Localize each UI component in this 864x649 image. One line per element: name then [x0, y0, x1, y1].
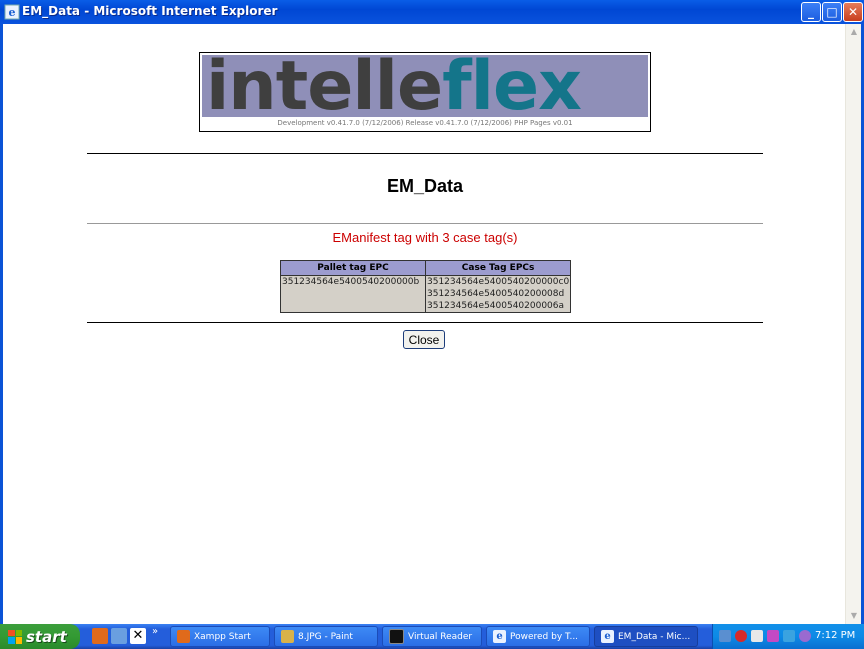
minimize-button[interactable]: _	[801, 2, 821, 22]
close-window-button[interactable]: ✕	[843, 2, 863, 22]
case-epc-value: 351234564e5400540200000c0	[427, 277, 570, 287]
manifest-summary: EManifest tag with 3 case tag(s)	[332, 230, 518, 245]
case-epc-value: 351234564e5400540200008d	[427, 289, 565, 299]
start-button[interactable]: start	[0, 624, 80, 649]
window-title: EM_Data - Microsoft Internet Explorer	[22, 4, 278, 18]
xampp-icon	[177, 630, 190, 643]
xampp-quicklaunch-icon[interactable]	[92, 628, 108, 644]
logo-band: intelleflex	[202, 55, 648, 117]
ie-page-icon: e	[601, 630, 614, 643]
ie-page-icon: e	[493, 630, 506, 643]
logo-word-intelle: intelle	[206, 55, 443, 117]
window-titlebar[interactable]: e EM_Data - Microsoft Internet Explorer …	[0, 0, 864, 24]
console-icon	[389, 629, 404, 644]
taskbar-button-label: Xampp Start	[194, 631, 251, 642]
network-icon[interactable]	[719, 630, 731, 642]
case-epcs-cell: 351234564e5400540200000c0 351234564e5400…	[424, 275, 572, 313]
devices-icon[interactable]	[751, 630, 763, 642]
svg-text:e: e	[9, 6, 16, 19]
connection-icon[interactable]	[783, 630, 795, 642]
table-row: 351234564e5400540200000b 351234564e54005…	[280, 275, 572, 313]
internet-explorer-icon: e	[4, 4, 20, 20]
media-icon[interactable]	[767, 630, 779, 642]
clock[interactable]: 7:12 PM	[815, 630, 855, 641]
taskbar-button-label: 8.JPG - Paint	[298, 631, 353, 642]
windows-flag-icon	[8, 629, 22, 644]
version-line: Development v0.41.7.0 (7/12/2006) Releas…	[277, 119, 573, 127]
case-epcs-header: Case Tag EPCs	[424, 260, 572, 276]
taskbar-button-label: Powered by T...	[510, 631, 579, 642]
maximize-button[interactable]: □	[822, 2, 842, 22]
taskbar-button-em-data[interactable]: e EM_Data - Mic...	[594, 626, 698, 647]
messenger-icon[interactable]	[799, 630, 811, 642]
case-epc-value: 351234564e5400540200006a	[427, 301, 565, 311]
taskbar-button-paint[interactable]: 8.JPG - Paint	[274, 626, 378, 647]
security-shield-icon[interactable]	[735, 630, 747, 642]
taskbar-button-powered-by[interactable]: e Powered by T...	[486, 626, 590, 647]
pallet-epc-value: 351234564e5400540200000b	[282, 277, 420, 287]
taskbar-button-label: Virtual Reader	[408, 631, 473, 642]
vertical-scrollbar[interactable]: ▲ ▼	[845, 24, 861, 624]
pallet-epc-header: Pallet tag EPC	[280, 260, 426, 276]
paint-icon	[281, 630, 294, 643]
quicklaunch-overflow-icon[interactable]: »	[152, 626, 158, 637]
close-button[interactable]: Close	[403, 330, 445, 349]
scroll-up-icon[interactable]: ▲	[847, 24, 861, 40]
intelleflex-logo: intelleflex Development v0.41.7.0 (7/12/…	[199, 52, 651, 132]
start-label: start	[26, 627, 67, 646]
pallet-epc-cell: 351234564e5400540200000b	[280, 275, 426, 313]
page-heading: EM_Data	[386, 176, 464, 196]
x-quicklaunch-icon[interactable]: ✕	[130, 628, 146, 644]
divider-top	[87, 153, 763, 154]
system-tray: 7:12 PM	[712, 624, 864, 649]
taskbar-button-xampp[interactable]: Xampp Start	[170, 626, 270, 647]
scroll-down-icon[interactable]: ▼	[847, 608, 861, 624]
browser-quicklaunch-icon[interactable]	[111, 628, 127, 644]
divider-bottom	[87, 322, 763, 323]
logo-word-flex: flex	[442, 55, 582, 117]
page-content: intelleflex Development v0.41.7.0 (7/12/…	[3, 24, 845, 624]
taskbar-button-label: EM_Data - Mic...	[618, 631, 691, 642]
table-header-row: Pallet tag EPC Case Tag EPCs	[280, 260, 572, 276]
epc-table: Pallet tag EPC Case Tag EPCs 351234564e5…	[280, 260, 572, 313]
taskbar: start ✕ » Xampp Start 8.JPG - Paint Virt…	[0, 624, 864, 649]
divider-middle	[87, 223, 763, 224]
logo-wordmark: intelleflex	[206, 55, 582, 117]
taskbar-button-virtual-reader[interactable]: Virtual Reader	[382, 626, 482, 647]
